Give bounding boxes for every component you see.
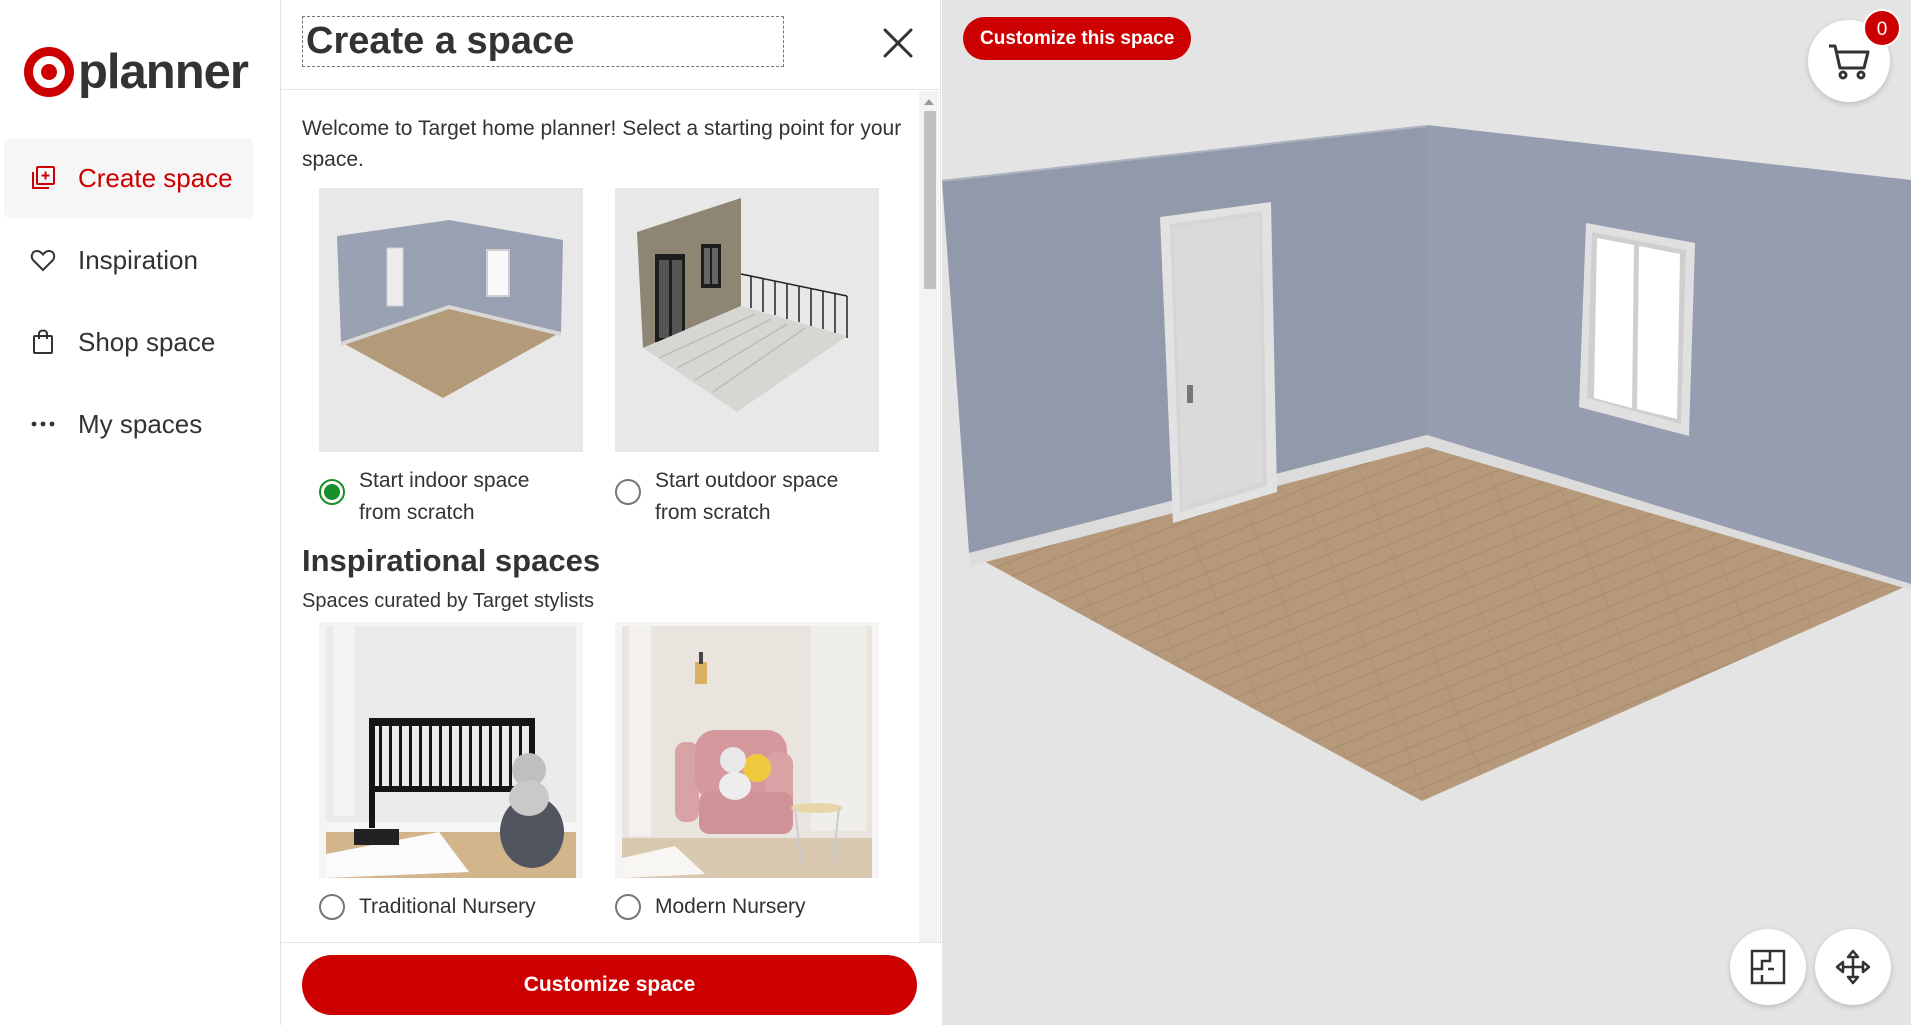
cart-count-badge: 0: [1863, 9, 1901, 47]
brand-name: planner: [78, 45, 249, 99]
nav-item-shop-space[interactable]: Shop space: [4, 302, 254, 382]
panel-header: Create a space: [281, 0, 940, 90]
panel-scrollbar[interactable]: [919, 91, 939, 942]
scroll-up-arrow-icon[interactable]: [924, 99, 934, 105]
window: [1579, 223, 1695, 436]
customize-this-space-button[interactable]: Customize this space: [963, 17, 1192, 60]
outdoor-label-line1: Start outdoor space: [655, 469, 839, 492]
panel-footer: Customize space: [281, 942, 941, 1025]
indoor-label-line2: from scratch: [359, 501, 475, 524]
close-button[interactable]: [877, 22, 919, 64]
panel-body: Welcome to Target home planner! Select a…: [281, 91, 941, 942]
nav-item-my-spaces[interactable]: My spaces: [4, 384, 254, 464]
nav-item-inspiration[interactable]: Inspiration: [4, 220, 254, 300]
modern-nursery-radio[interactable]: [615, 894, 641, 920]
nav-list: Create space Inspiration Shop space My s…: [4, 138, 254, 466]
nav-item-create-space[interactable]: Create space: [4, 138, 254, 218]
nav-item-label: Create space: [78, 162, 233, 193]
modern-nursery-image: [615, 622, 879, 878]
intro-text: Welcome to Target home planner! Select a…: [302, 117, 902, 171]
target-bullseye-icon: [24, 47, 74, 97]
inspirational-subtitle: Spaces curated by Target stylists: [302, 590, 594, 612]
nav-item-label: Inspiration: [78, 244, 198, 275]
inspirational-title: Inspirational spaces: [302, 543, 601, 578]
customize-space-button[interactable]: Customize space: [302, 955, 917, 1015]
nav-item-label: Shop space: [78, 326, 216, 357]
indoor-room-image: [319, 188, 583, 452]
create-space-panel: Create a space Welcome to Target home pl…: [281, 0, 941, 1025]
start-outdoor-card[interactable]: Start outdoor space from scratch: [615, 188, 879, 529]
close-icon: [883, 28, 913, 58]
outdoor-label-line2: from scratch: [655, 501, 771, 524]
room-viewport[interactable]: Customize this space 0: [942, 0, 1911, 1025]
shopping-bag-icon: [28, 327, 58, 357]
start-indoor-card[interactable]: Start indoor space from scratch: [319, 188, 583, 529]
floorplan-icon: [1750, 949, 1786, 985]
indoor-radio[interactable]: [319, 479, 345, 505]
modern-nursery-label: Modern Nursery: [655, 895, 806, 918]
outdoor-radio[interactable]: [615, 479, 641, 505]
add-box-icon: [28, 163, 58, 193]
traditional-nursery-image: [319, 622, 583, 878]
brand-logo[interactable]: planner: [24, 44, 249, 100]
panel-title: Create a space: [302, 16, 784, 67]
indoor-label-line1: Start indoor space: [359, 469, 530, 492]
traditional-nursery-label: Traditional Nursery: [359, 895, 536, 918]
move-arrows-icon: [1835, 949, 1871, 985]
more-horizontal-icon: [28, 409, 58, 439]
floorplan-view-button[interactable]: [1730, 929, 1806, 1005]
traditional-nursery-radio[interactable]: [319, 894, 345, 920]
room-3d-render: [942, 125, 1911, 801]
traditional-nursery-card[interactable]: Traditional Nursery: [319, 622, 583, 923]
scroll-thumb[interactable]: [924, 111, 936, 289]
outdoor-space-image: [615, 188, 879, 452]
move-view-button[interactable]: [1815, 929, 1891, 1005]
modern-nursery-card[interactable]: Modern Nursery: [615, 622, 879, 923]
nav-item-label: My spaces: [78, 408, 203, 439]
left-nav: planner Create space Inspiration Shop sp…: [0, 0, 281, 1025]
door: [1160, 202, 1277, 523]
heart-icon: [28, 245, 58, 275]
cart-icon: [1829, 44, 1870, 80]
